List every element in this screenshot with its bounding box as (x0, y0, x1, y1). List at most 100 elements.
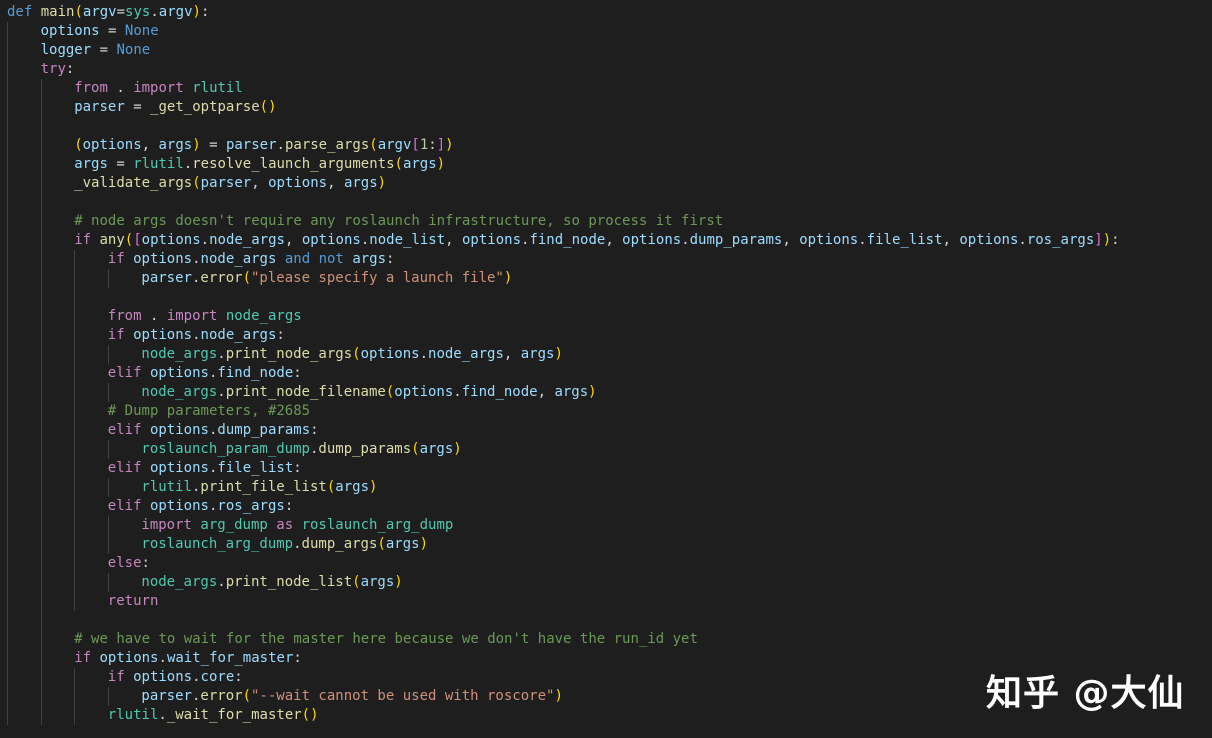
code-token: ( (124, 232, 134, 248)
code-token: . (453, 384, 462, 400)
code-line: (options, args) = parser.parse_args(argv… (74, 136, 453, 155)
code-token: ( (369, 137, 378, 153)
code-token: ros_args (1026, 232, 1095, 248)
code-token: = (99, 23, 125, 39)
code-token: . (192, 327, 201, 343)
code-token: = (124, 99, 151, 115)
code-token: ( (242, 270, 251, 286)
code-token: import (166, 308, 218, 324)
code-token: , (251, 175, 269, 191)
code-token: . (293, 536, 302, 552)
code-line: rlutil.print_file_list(args) (141, 478, 377, 497)
code-token: import (141, 517, 192, 533)
code-token: and (284, 251, 311, 267)
code-token: elif (107, 365, 142, 381)
code-token: core (200, 669, 235, 685)
code-token: ] (1094, 232, 1103, 248)
code-line: roslaunch_param_dump.dump_params(args) (141, 440, 461, 459)
code-editor[interactable]: def main(argv=sys.argv): options = None lo… (0, 0, 1212, 738)
code-token: args (385, 536, 420, 552)
code-token: : (293, 460, 302, 476)
code-token: rlutil (107, 707, 159, 723)
code-token: ( (242, 688, 251, 704)
code-token: , (605, 232, 623, 248)
code-token: ) (436, 156, 446, 172)
code-token: # node args doesn't require any roslaunc… (74, 213, 724, 229)
code-token: , (782, 232, 800, 248)
code-token: argv (377, 137, 412, 153)
code-token: print_node_list (225, 574, 353, 590)
code-token: options (149, 460, 209, 476)
code-token: = (116, 4, 126, 20)
code-token: . (158, 650, 167, 666)
code-token: : (1111, 232, 1120, 248)
code-token: file_list (217, 460, 294, 476)
code-token: roslaunch_param_dump (141, 441, 310, 457)
code-token: find_node (217, 365, 294, 381)
indent-guide (7, 22, 8, 725)
code-token: "please specify a launch file" (251, 270, 504, 286)
code-token: : (310, 422, 319, 438)
code-token: options (133, 251, 193, 267)
code-token: , (537, 384, 555, 400)
code-token: # Dump parameters, #2685 (107, 403, 311, 419)
code-token: , (141, 137, 159, 153)
code-token: any (99, 232, 125, 248)
code-token: elif (107, 422, 142, 438)
code-line: # node args doesn't require any roslaunc… (74, 212, 723, 231)
code-token: . (200, 232, 210, 248)
code-token: parse_args (284, 137, 370, 153)
code-token: options (133, 669, 193, 685)
indent-guide (107, 269, 109, 288)
code-token: . (276, 137, 285, 153)
code-token: _wait_for_master (166, 707, 302, 723)
code-token: options (149, 422, 209, 438)
code-token: if (107, 669, 125, 685)
code-token: ) (588, 384, 597, 400)
code-token: dump_params (217, 422, 311, 438)
code-token: node_args (141, 574, 218, 590)
code-token: roslaunch_arg_dump (301, 517, 454, 533)
code-token: ( (352, 574, 361, 590)
code-line: def main(argv=sys.argv): (7, 3, 209, 22)
code-token: : (293, 650, 302, 666)
code-token: node_args (428, 346, 504, 362)
code-token: options (133, 327, 193, 343)
code-line: elif options.dump_params: (108, 421, 319, 440)
indent-guide (107, 345, 109, 364)
code-token: : (276, 327, 285, 343)
code-line: # Dump parameters, #2685 (108, 402, 310, 421)
indent-guide (40, 79, 42, 725)
code-token: node_args (209, 232, 285, 248)
code-token: ) (377, 175, 387, 191)
code-token: elif (107, 498, 142, 514)
code-token: = (107, 156, 134, 172)
code-token: argv (82, 4, 117, 20)
code-token: dump_args (301, 536, 378, 552)
code-token: . (150, 4, 159, 20)
code-token: . (217, 346, 226, 362)
code-token: , (284, 232, 302, 248)
code-token: ( (192, 175, 201, 191)
code-token: , (327, 175, 344, 191)
code-line: elif options.file_list: (108, 459, 302, 478)
code-line: if options.core: (108, 668, 243, 687)
code-line: elif options.ros_args: (108, 497, 293, 516)
code-line: return (108, 592, 159, 611)
code-token: options (82, 137, 142, 153)
code-token: args (520, 346, 555, 362)
code-token: options (268, 175, 328, 191)
code-token: parser (74, 99, 125, 115)
code-line: else: (108, 554, 150, 573)
code-token: args (335, 479, 369, 495)
code-token: from (107, 308, 142, 324)
indent-guide (107, 573, 109, 592)
code-token: parser (200, 175, 252, 191)
code-token: dump_params (318, 441, 412, 457)
